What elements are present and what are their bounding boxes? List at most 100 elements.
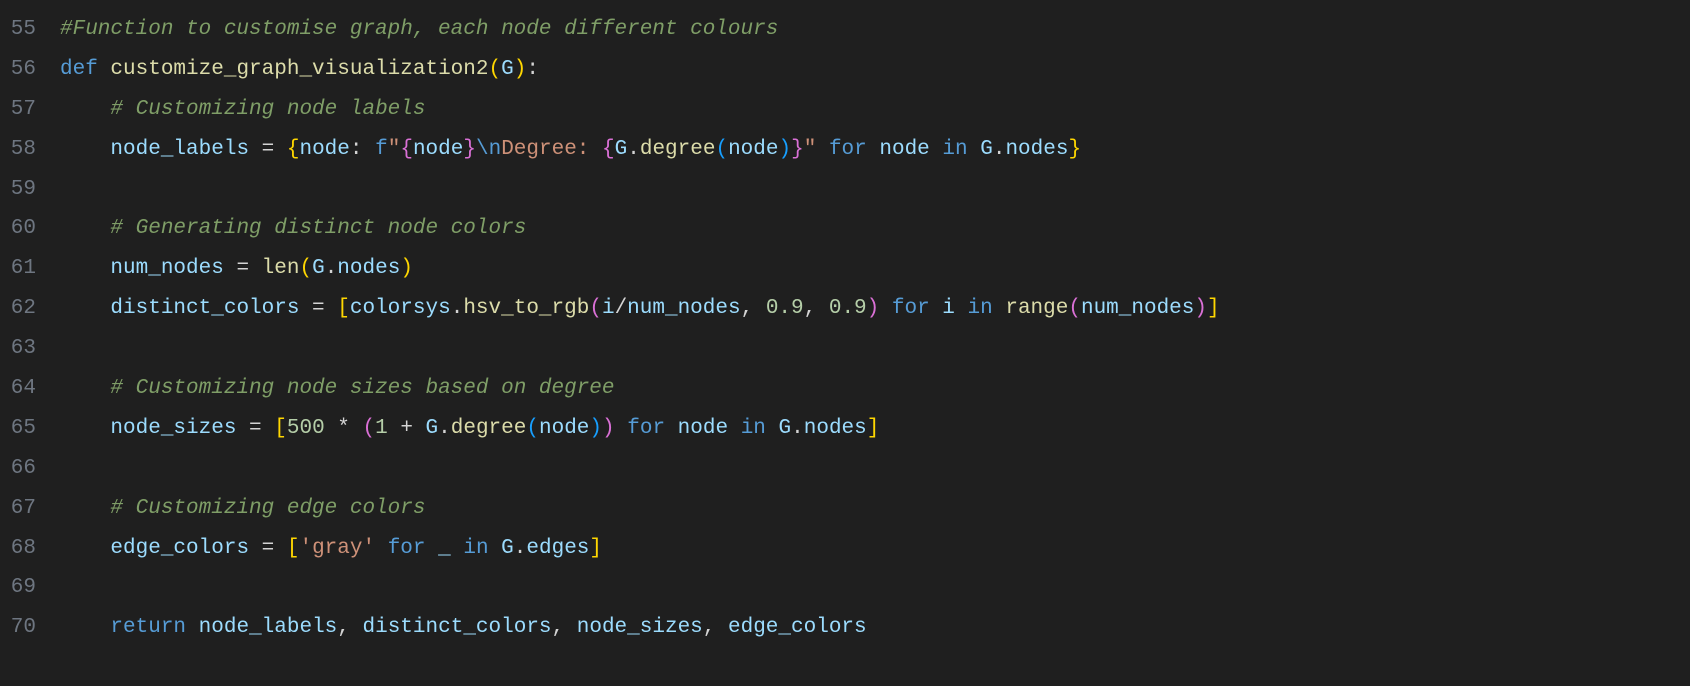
- token-pa: ]: [1207, 297, 1220, 320]
- token-p: +: [388, 417, 426, 440]
- line-number: 58: [10, 130, 60, 170]
- token-c: # Customizing node sizes based on degree: [110, 377, 614, 400]
- token-pc: (: [715, 138, 728, 161]
- token-attr: edges: [526, 537, 589, 560]
- token-attr: nodes: [337, 257, 400, 280]
- token-pa: ): [514, 58, 527, 81]
- code-line[interactable]: return node_labels, distinct_colors, nod…: [60, 608, 1690, 648]
- token-id: edge_colors: [110, 537, 249, 560]
- line-number: 62: [10, 289, 60, 329]
- token-k: in: [942, 138, 967, 161]
- token-n: 500: [287, 417, 325, 440]
- token-p: .: [791, 417, 804, 440]
- token-k: for: [627, 417, 665, 440]
- token-p: ,: [337, 616, 362, 639]
- token-p: =: [249, 138, 287, 161]
- code-line[interactable]: distinct_colors = [colorsys.hsv_to_rgb(i…: [60, 289, 1690, 329]
- token-id: node: [299, 138, 349, 161]
- token-id: distinct_colors: [363, 616, 552, 639]
- token-id: _: [438, 537, 451, 560]
- token-id: G: [779, 417, 792, 440]
- token-pb: (: [363, 417, 376, 440]
- token-c: # Generating distinct node colors: [110, 217, 526, 240]
- indent: [60, 257, 110, 280]
- token-id: i: [602, 297, 615, 320]
- token-pc: (: [526, 417, 539, 440]
- token-p: ,: [703, 616, 728, 639]
- token-pa: [: [274, 417, 287, 440]
- token-id: G: [501, 537, 514, 560]
- code-line[interactable]: # Generating distinct node colors: [60, 209, 1690, 249]
- token-pa: ]: [867, 417, 880, 440]
- token-pa: (: [488, 58, 501, 81]
- code-area[interactable]: #Function to customise graph, each node …: [60, 0, 1690, 658]
- indent: [60, 138, 110, 161]
- token-fn: range: [1005, 297, 1068, 320]
- token-attr: nodes: [804, 417, 867, 440]
- token-p: [375, 537, 388, 560]
- line-number: 61: [10, 249, 60, 289]
- line-number: 60: [10, 209, 60, 249]
- code-line[interactable]: def customize_graph_visualization2(G):: [60, 50, 1690, 90]
- token-p: [615, 417, 628, 440]
- token-fn: degree: [640, 138, 716, 161]
- token-fn: len: [262, 257, 300, 280]
- token-p: [665, 417, 678, 440]
- token-id: G: [426, 417, 439, 440]
- code-line[interactable]: [60, 329, 1690, 369]
- code-line[interactable]: [60, 449, 1690, 489]
- token-k: in: [741, 417, 766, 440]
- indent: [60, 457, 110, 480]
- code-line[interactable]: [60, 568, 1690, 608]
- line-number: 66: [10, 449, 60, 489]
- line-number: 68: [10, 529, 60, 569]
- token-s: 'gray': [299, 537, 375, 560]
- token-pa: [: [337, 297, 350, 320]
- token-p: ,: [741, 297, 766, 320]
- token-p: [968, 138, 981, 161]
- token-id: node: [728, 138, 778, 161]
- code-line[interactable]: #Function to customise graph, each node …: [60, 10, 1690, 50]
- code-line[interactable]: edge_colors = ['gray' for _ in G.edges]: [60, 529, 1690, 569]
- token-p: =: [224, 257, 262, 280]
- token-pb: }: [463, 138, 476, 161]
- blank-line: [110, 457, 123, 480]
- indent: [60, 98, 110, 121]
- token-id: colorsys: [350, 297, 451, 320]
- token-p: :: [526, 58, 539, 81]
- line-number: 59: [10, 170, 60, 210]
- line-number: 56: [10, 50, 60, 90]
- token-id: num_nodes: [627, 297, 740, 320]
- blank-line: [110, 337, 123, 360]
- code-line[interactable]: # Customizing node sizes based on degree: [60, 369, 1690, 409]
- code-line[interactable]: node_sizes = [500 * (1 + G.degree(node))…: [60, 409, 1690, 449]
- token-pb: ): [602, 417, 615, 440]
- token-p: [451, 537, 464, 560]
- token-pb: ): [1194, 297, 1207, 320]
- code-line[interactable]: num_nodes = len(G.nodes): [60, 249, 1690, 289]
- token-k: for: [829, 138, 867, 161]
- token-p: [879, 297, 892, 320]
- token-pa: [: [287, 537, 300, 560]
- token-p: .: [993, 138, 1006, 161]
- token-k: in: [968, 297, 993, 320]
- code-line[interactable]: # Customizing edge colors: [60, 489, 1690, 529]
- code-line[interactable]: node_labels = {node: f"{node}\nDegree: {…: [60, 130, 1690, 170]
- token-p: ,: [804, 297, 829, 320]
- token-p: [426, 537, 439, 560]
- token-p: =: [249, 537, 287, 560]
- token-attr: nodes: [1005, 138, 1068, 161]
- token-id: node_labels: [110, 138, 249, 161]
- token-pa: ]: [589, 537, 602, 560]
- token-p: ,: [552, 616, 577, 639]
- code-line[interactable]: [60, 170, 1690, 210]
- blank-line: [110, 178, 123, 201]
- token-pa: ): [400, 257, 413, 280]
- code-editor[interactable]: 55565758596061626364656667686970 #Functi…: [0, 0, 1690, 658]
- line-number: 55: [10, 10, 60, 50]
- token-pb: }: [791, 138, 804, 161]
- token-pc: ): [589, 417, 602, 440]
- token-pa: }: [1068, 138, 1081, 161]
- code-line[interactable]: # Customizing node labels: [60, 90, 1690, 130]
- token-s: ": [804, 138, 817, 161]
